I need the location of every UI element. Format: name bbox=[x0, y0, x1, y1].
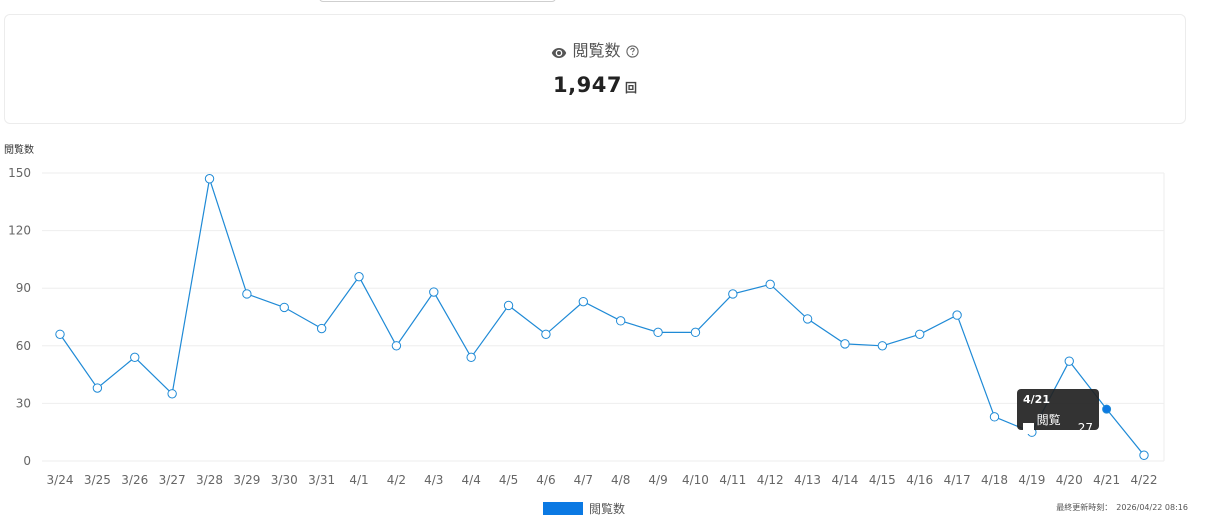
data-point[interactable] bbox=[765, 279, 775, 290]
x-tick-label: 4/22 bbox=[1131, 473, 1158, 487]
data-point[interactable] bbox=[503, 300, 514, 311]
x-tick-label: 4/12 bbox=[757, 473, 784, 487]
tooltip-swatch bbox=[1023, 422, 1034, 434]
chart-tooltip: 4/21 閲覧数: 27 bbox=[1017, 389, 1099, 444]
x-tick-label: 3/29 bbox=[233, 473, 260, 487]
data-point[interactable] bbox=[92, 383, 103, 393]
views-total: 1,947 回 bbox=[5, 73, 1185, 97]
y-tick-label: 150 bbox=[8, 166, 31, 180]
data-point[interactable] bbox=[1064, 356, 1074, 366]
data-point[interactable] bbox=[1139, 450, 1149, 460]
tooltip-row: 閲覧数: 27 bbox=[1023, 411, 1093, 445]
question-circle-icon[interactable] bbox=[625, 43, 639, 62]
x-tick-label: 4/5 bbox=[499, 473, 518, 487]
x-tick-label: 4/10 bbox=[682, 473, 709, 487]
views-total-unit: 回 bbox=[624, 81, 637, 95]
data-point[interactable] bbox=[840, 339, 850, 349]
x-tick-label: 3/28 bbox=[196, 473, 223, 487]
data-point[interactable] bbox=[802, 314, 813, 324]
last-updated: 最終更新時刻： 2026/04/22 08:16 bbox=[1056, 502, 1188, 513]
tooltip-value: 27 bbox=[1077, 421, 1093, 435]
data-point[interactable] bbox=[915, 329, 925, 339]
y-tick-label: 60 bbox=[16, 339, 31, 353]
x-tick-label: 4/17 bbox=[944, 473, 971, 487]
x-tick-label: 4/6 bbox=[536, 473, 555, 487]
data-point[interactable] bbox=[316, 323, 327, 334]
data-point[interactable] bbox=[615, 316, 626, 326]
x-tick-label: 4/18 bbox=[981, 473, 1008, 487]
data-point[interactable] bbox=[989, 412, 1000, 422]
y-axis-ticks: 0 30 60 90 120 150 bbox=[8, 166, 31, 468]
x-tick-label: 4/2 bbox=[387, 473, 406, 487]
data-point[interactable] bbox=[391, 341, 402, 351]
views-summary-card: 閲覧数 1,947 回 bbox=[4, 14, 1186, 124]
data-point[interactable] bbox=[877, 341, 888, 351]
x-tick-label: 4/7 bbox=[574, 473, 593, 487]
x-tick-label: 4/4 bbox=[462, 473, 481, 487]
legend-swatch[interactable] bbox=[543, 502, 583, 515]
data-point[interactable] bbox=[429, 287, 439, 297]
x-tick-label: 4/16 bbox=[906, 473, 933, 487]
data-point[interactable] bbox=[130, 352, 140, 363]
x-tick-label: 3/24 bbox=[47, 473, 74, 487]
x-tick-label: 4/11 bbox=[719, 473, 746, 487]
chart-legend[interactable]: 閲覧数 bbox=[543, 500, 625, 517]
x-axis-ticks: 3/24 3/25 3/26 3/27 3/28 3/29 3/30 3/31 4/1 4/2 4/… bbox=[47, 473, 1158, 487]
data-point[interactable] bbox=[279, 302, 289, 313]
top-search-input[interactable] bbox=[319, 0, 556, 2]
x-tick-label: 4/14 bbox=[831, 473, 858, 487]
y-tick-label: 120 bbox=[8, 224, 31, 238]
last-updated-value: 2026/04/22 08:16 bbox=[1116, 503, 1188, 512]
data-point[interactable] bbox=[55, 329, 65, 339]
data-point[interactable] bbox=[952, 310, 962, 320]
x-tick-label: 4/9 bbox=[648, 473, 667, 487]
data-point[interactable] bbox=[242, 289, 252, 299]
x-tick-label: 4/8 bbox=[611, 473, 630, 487]
y-tick-label: 0 bbox=[23, 454, 31, 468]
data-point[interactable] bbox=[541, 329, 551, 339]
x-tick-label: 4/19 bbox=[1018, 473, 1045, 487]
data-point[interactable] bbox=[578, 296, 589, 307]
x-tick-label: 4/13 bbox=[794, 473, 821, 487]
views-total-number: 1,947 bbox=[553, 73, 622, 97]
data-point[interactable] bbox=[167, 389, 177, 399]
x-tick-label: 3/26 bbox=[121, 473, 148, 487]
legend-label[interactable]: 閲覧数 bbox=[589, 500, 625, 517]
x-tick-label: 4/15 bbox=[869, 473, 896, 487]
tooltip-title: 4/21 bbox=[1023, 393, 1050, 406]
x-tick-label: 3/27 bbox=[159, 473, 186, 487]
views-summary-label: 閲覧数 bbox=[572, 41, 621, 60]
y-tick-label: 90 bbox=[16, 281, 31, 295]
tooltip-label: 閲覧数: bbox=[1036, 413, 1061, 444]
data-point[interactable] bbox=[653, 327, 663, 338]
series-points bbox=[55, 174, 1149, 460]
y-axis-title: 閲覧数 bbox=[4, 143, 34, 156]
eye-icon bbox=[551, 44, 567, 63]
series-line-views bbox=[59, 178, 1145, 456]
data-point[interactable] bbox=[204, 174, 215, 184]
last-updated-label: 最終更新時刻： bbox=[1056, 503, 1113, 512]
data-point[interactable] bbox=[728, 289, 738, 299]
data-point[interactable] bbox=[1102, 404, 1112, 414]
data-point[interactable] bbox=[354, 271, 364, 282]
x-tick-label: 3/31 bbox=[308, 473, 335, 487]
views-summary-title: 閲覧数 bbox=[5, 37, 1185, 63]
x-tick-label: 4/20 bbox=[1056, 473, 1083, 487]
x-tick-label: 4/3 bbox=[424, 473, 443, 487]
x-tick-label: 4/21 bbox=[1093, 473, 1120, 487]
y-tick-label: 30 bbox=[16, 396, 31, 410]
x-tick-label: 3/25 bbox=[84, 473, 111, 487]
x-tick-label: 3/30 bbox=[271, 473, 298, 487]
data-point[interactable] bbox=[690, 327, 701, 338]
views-line-chart: 閲覧数 0306090120150 3/24 3/25 3/26 3/27 3/28 3/… bbox=[4, 143, 1165, 487]
x-tick-label: 4/1 bbox=[349, 473, 368, 487]
data-point[interactable] bbox=[466, 352, 476, 363]
